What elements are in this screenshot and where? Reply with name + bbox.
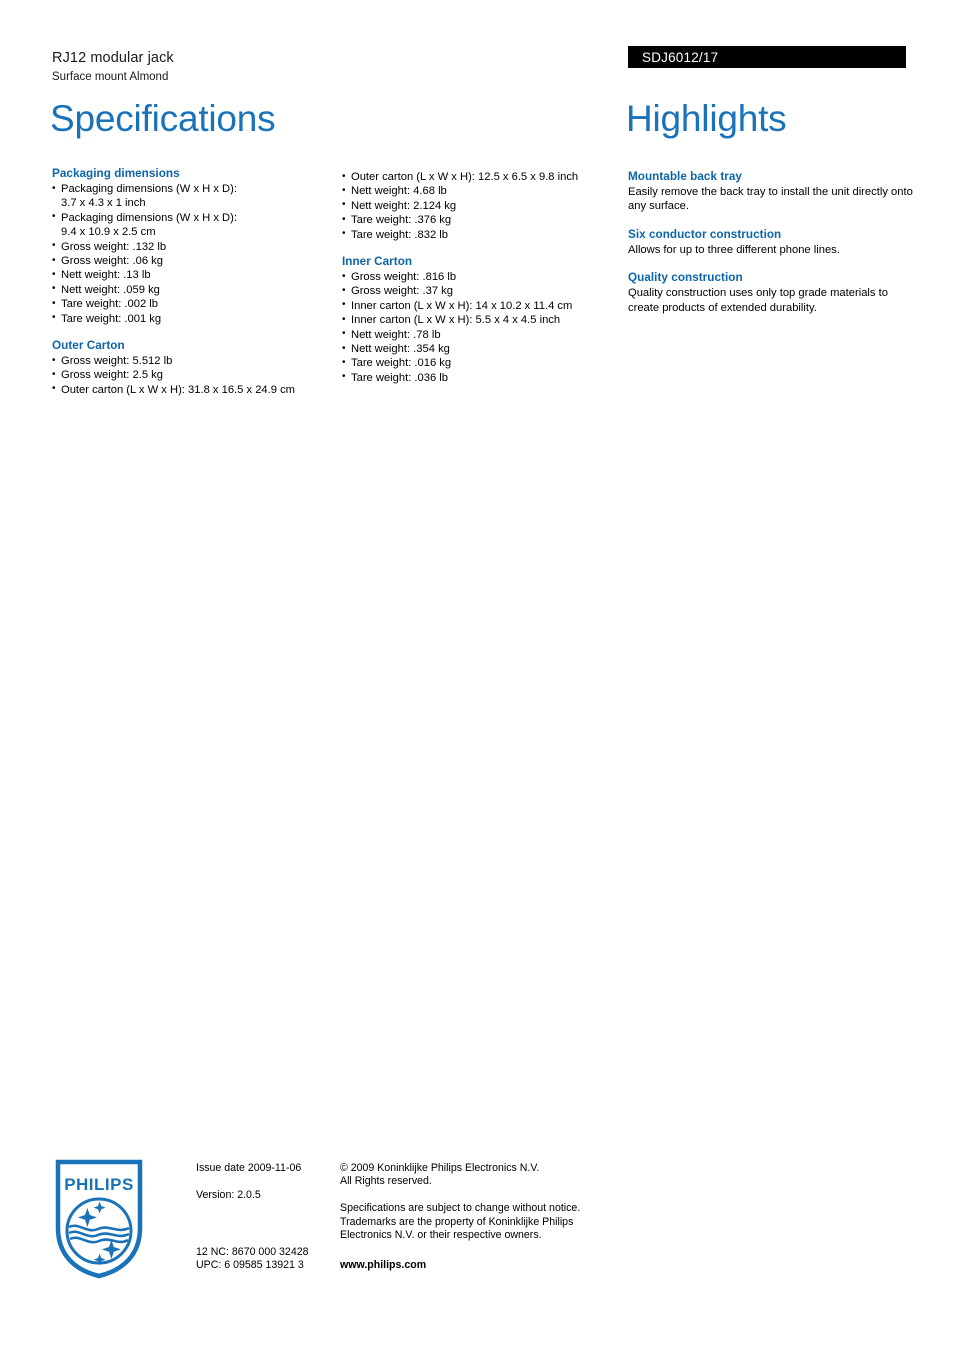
spec-item-text: Nett weight: .354 kg xyxy=(351,343,450,356)
spec-item-text: Inner carton (L x W x H): 14 x 10.2 x 11… xyxy=(351,299,573,312)
upc: UPC: 6 09585 13921 3 xyxy=(196,1259,304,1272)
spec-list-item: Gross weight: .132 lb xyxy=(52,239,330,254)
spec-item-continuation: 9.4 x 10.9 x 2.5 cm xyxy=(61,226,156,239)
spec-item-text: Gross weight: .06 kg xyxy=(61,255,163,268)
spec-item-text: Gross weight: 2.5 kg xyxy=(61,369,163,382)
spec-section-heading: Packaging dimensions xyxy=(52,167,180,180)
spec-item-text: Gross weight: .816 lb xyxy=(351,271,457,284)
highlight-heading: Quality construction xyxy=(628,271,743,285)
spec-list-item: Inner carton (L x W x H): 5.5 x 4 x 4.5 … xyxy=(342,313,620,328)
spec-list-item: Nett weight: .059 kg xyxy=(52,282,330,297)
spec-list-item: Nett weight: .13 lb xyxy=(52,268,330,283)
model-number: SDJ6012/17 xyxy=(642,50,719,65)
svg-text:PHILIPS: PHILIPS xyxy=(64,1175,134,1194)
spec-item-text: Gross weight: 5.512 lb xyxy=(61,355,173,368)
spec-list-item: Gross weight: .816 lb xyxy=(342,270,620,285)
product-subtitle: Surface mount Almond xyxy=(52,71,169,83)
specifications-left-column: Packaging dimensions Packaging dimensions… xyxy=(52,166,330,397)
spec-item-text: Tare weight: .036 lb xyxy=(351,371,449,384)
spec-section-heading: Inner Carton xyxy=(342,255,413,269)
spec-list-item: Gross weight: 5.512 lb xyxy=(52,354,330,369)
spec-item-text: Gross weight: .37 kg xyxy=(351,285,453,298)
spec-list-item: Nett weight: .354 kg xyxy=(342,342,620,357)
spec-list-item: Packaging dimensions (W x H x D): 3.7 x 4… xyxy=(52,182,330,211)
spec-item-text: Gross weight: .132 lb xyxy=(61,240,167,253)
spec-item-text: Tare weight: .016 kg xyxy=(351,357,452,370)
philips-logo: PHILIPS xyxy=(54,1158,144,1280)
twelve-nc: 12 NC: 8670 000 32428 xyxy=(196,1246,309,1258)
spec-item-text: Nett weight: .13 lb xyxy=(61,269,151,282)
spec-list-item: Tare weight: .001 kg xyxy=(52,311,330,326)
highlight-body: Quality construction uses only top grade… xyxy=(628,287,888,314)
spec-list-item: Tare weight: .002 lb xyxy=(52,297,330,312)
highlight-heading: Mountable back tray xyxy=(628,170,742,183)
spec-item-text: Nett weight: .059 kg xyxy=(61,283,160,296)
spec-list-item: Gross weight: .06 kg xyxy=(52,254,330,269)
spec-item-text: Outer carton (L x W x H): 31.8 x 16.5 x … xyxy=(61,383,295,396)
spec-item-text: Tare weight: .001 kg xyxy=(61,312,162,325)
footer-issue-info: Issue date 2009-11-06 Version: 2.0.5 xyxy=(196,1162,336,1202)
copyright-line-1: © 2009 Koninklijke Philips Electronics N… xyxy=(340,1162,540,1174)
product-name: RJ12 modular jack xyxy=(52,50,174,66)
spec-item-text: Nett weight: .78 lb xyxy=(351,328,441,341)
footer-spacer xyxy=(196,1175,336,1188)
spec-list-item: Packaging dimensions (W x H x D): 9.4 x 1… xyxy=(52,210,330,240)
spec-list: Gross weight: .816 lbGross weight: .37 k… xyxy=(342,270,620,386)
spec-list-item: Inner carton (L x W x H): 14 x 10.2 x 11… xyxy=(342,298,620,313)
spec-item-text: Packaging dimensions (W x H x D): xyxy=(61,211,237,224)
highlight-block: Six conductor construction Allows for up … xyxy=(628,227,913,257)
highlights-column: Mountable back tray Easily remove the bac… xyxy=(628,169,913,315)
spec-list-item: Gross weight: .37 kg xyxy=(342,284,620,299)
footer-legal-spacer xyxy=(340,1189,610,1202)
spec-list: Outer carton (L x W x H): 12.5 x 6.5 x 9… xyxy=(342,169,620,242)
issue-date: Issue date 2009-11-06 xyxy=(196,1162,302,1174)
spec-item-text: Nett weight: 4.68 lb xyxy=(351,185,447,198)
specifications-title: Specifications xyxy=(50,98,276,139)
spec-item-text: Inner carton (L x W x H): 5.5 x 4 x 4.5 … xyxy=(351,314,561,327)
footer-legal: © 2009 Koninklijke Philips Electronics N… xyxy=(340,1162,610,1242)
highlight-heading: Six conductor construction xyxy=(628,227,782,241)
spec-item-text: Outer carton (L x W x H): 12.5 x 6.5 x 9… xyxy=(351,171,579,183)
spec-list-item: Nett weight: .78 lb xyxy=(342,327,620,342)
spec-item-text: Tare weight: .832 lb xyxy=(351,228,449,241)
spec-list-item: Tare weight: .832 lb xyxy=(342,227,620,242)
spec-list-item: Nett weight: 4.68 lb xyxy=(342,184,620,199)
spec-list-item: Outer carton (L x W x H): 12.5 x 6.5 x 9… xyxy=(342,169,620,184)
spec-item-text: Packaging dimensions (W x H x D): xyxy=(61,183,237,195)
spec-item-continuation: 3.7 x 4.3 x 1 inch xyxy=(61,197,146,210)
spec-list-item: Outer carton (L x W x H): 31.8 x 16.5 x … xyxy=(52,382,330,397)
disclaimer: Specifications are subject to change wit… xyxy=(340,1202,581,1242)
highlight-body: Allows for up to three different phone l… xyxy=(628,243,840,256)
footer-identifiers: 12 NC: 8670 000 32428 UPC: 6 09585 13921… xyxy=(196,1246,309,1273)
version: Version: 2.0.5 xyxy=(196,1188,261,1201)
spec-list: Gross weight: 5.512 lbGross weight: 2.5 … xyxy=(52,354,330,398)
spec-item-text: Nett weight: 2.124 kg xyxy=(351,199,457,212)
spec-list: Packaging dimensions (W x H x D):3.7 x 4… xyxy=(52,182,330,326)
spec-list-item: Tare weight: .036 lb xyxy=(342,370,620,385)
spec-item-text: Tare weight: .376 kg xyxy=(351,214,452,227)
copyright-line-2: All Rights reserved. xyxy=(340,1175,432,1188)
spec-list-item: Tare weight: .016 kg xyxy=(342,356,620,371)
website-link[interactable]: www.philips.com xyxy=(340,1259,426,1272)
highlight-body: Easily remove the back tray to install t… xyxy=(628,186,913,213)
highlight-block: Quality construction Quality construction… xyxy=(628,270,913,315)
spec-list-item: Nett weight: 2.124 kg xyxy=(342,198,620,213)
spec-item-text: Tare weight: .002 lb xyxy=(61,298,159,311)
highlights-title: Highlights xyxy=(626,98,787,139)
model-number-bar: SDJ6012/17 xyxy=(628,46,906,68)
spec-list-item: Tare weight: .376 kg xyxy=(342,213,620,228)
document-page: RJ12 modular jack Surface mount Almond S… xyxy=(0,0,954,1350)
specifications-middle-column: Outer carton (L x W x H): 12.5 x 6.5 x 9… xyxy=(342,169,620,386)
highlight-block: Mountable back tray Easily remove the bac… xyxy=(628,169,913,214)
spec-list-item: Gross weight: 2.5 kg xyxy=(52,368,330,383)
spec-section-heading: Outer Carton xyxy=(52,339,125,353)
